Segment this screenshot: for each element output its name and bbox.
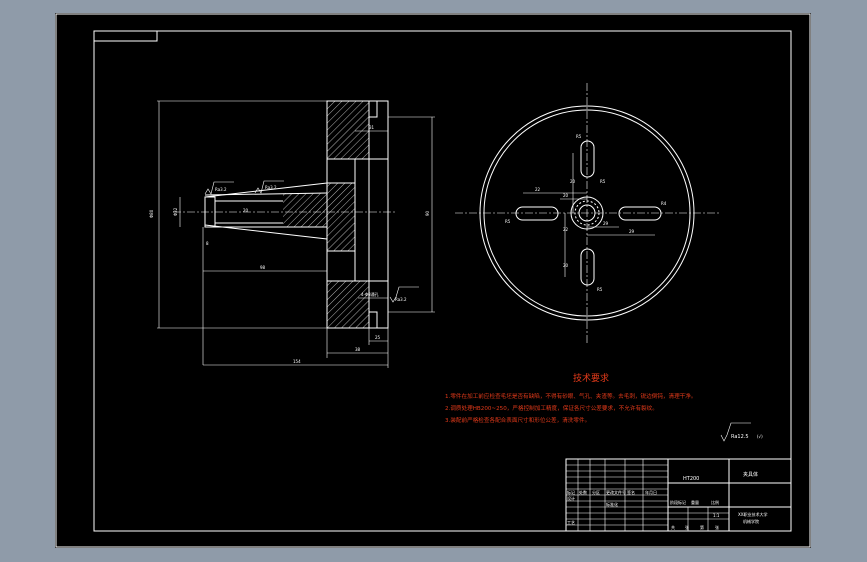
tb-material: HT200 — [683, 476, 699, 482]
outer-border — [55, 13, 811, 548]
tech-line1: 1.零件在加工前应检查毛坯是否有缺陷，不得有砂眼、气孔、夹渣等。去毛刺，锐边倒钝… — [445, 392, 696, 400]
dim-dia80: Φ80 — [149, 209, 154, 218]
tech-title: 技术要求 — [573, 372, 609, 384]
tb-sheet-of2: 张 — [715, 524, 719, 530]
dim-25: 25 — [375, 335, 381, 340]
tb-design: 设计 — [567, 495, 575, 501]
dim-31: 31 — [369, 125, 375, 130]
tech-line3: 3.装配前严格检查各配合表面尺寸和形位公差，清洗零件。 — [445, 416, 590, 424]
tb-weight: 重量 — [691, 499, 699, 505]
tb-part-name: 夹具体 — [743, 471, 758, 478]
tb-sheet-of: 第 — [700, 524, 704, 530]
inner-border — [93, 30, 792, 532]
slot-top — [580, 140, 595, 178]
tb-stage: 阶段标记 — [670, 499, 686, 505]
tb-std: 标准化 — [606, 501, 618, 507]
front-view: 22 20 20 29 29 20 22 R5 R5 R5 R4 R5 — [455, 83, 719, 343]
fv-d20a: 20 — [563, 193, 569, 198]
flange-hatch-mid — [326, 182, 356, 252]
slot-bottom — [580, 248, 595, 286]
dim-154: 154 — [293, 359, 301, 364]
shaft-hatch — [283, 193, 327, 227]
corner-code-box — [93, 30, 158, 42]
tb-docno: 更改文件号 — [606, 489, 626, 495]
slot-right — [618, 206, 662, 221]
fv-d20b: 20 — [570, 179, 576, 184]
tb-mark: 标记 — [567, 489, 575, 495]
fv-r-b: R5 — [597, 287, 603, 292]
drawing-sheet: Φ80 Φ32 98 154 38 25 31 90 20 8 Ra3.2 Ra… — [55, 13, 811, 548]
fv-r-tr: R5 — [600, 179, 606, 184]
fv-r-r: R4 — [661, 201, 667, 206]
dim-dia32: Φ32 — [173, 207, 178, 216]
rough-general-suffix: (√) — [757, 434, 763, 439]
flange-slot-top — [368, 100, 378, 118]
fv-d29a: 29 — [603, 221, 609, 226]
rough-b: Ra3.2 — [265, 185, 277, 190]
rough-general: Ra12.5 — [731, 434, 749, 440]
flange-slot-bottom — [368, 311, 378, 329]
dim-38: 38 — [355, 347, 361, 352]
title-block: 标记 处数 分区 更改文件号 签名 年月日 设计 标准化 工艺 HT200 夹具… — [565, 458, 792, 532]
tech-line2: 2.调质处理HB200~250，严格控制加工精度，保证各尺寸公差要求，不允许有裂… — [445, 404, 658, 412]
rough-a: Ra3.2 — [215, 187, 227, 192]
tb-sheet-num: 张 — [685, 524, 689, 530]
dim-20: 20 — [243, 208, 249, 213]
tb-zone: 分区 — [592, 489, 600, 495]
cad-drawing: Φ80 Φ32 98 154 38 25 31 90 20 8 Ra3.2 Ra… — [55, 13, 811, 548]
flange-hatch-top — [326, 100, 370, 160]
fv-d29b: 29 — [629, 229, 635, 234]
rough-c: Ra3.2 — [395, 297, 407, 302]
hole-note: 4-Φ8通孔 — [361, 291, 379, 297]
fv-d22: 22 — [535, 187, 541, 192]
tb-sheet-total: 共 — [671, 524, 675, 530]
dim-8: 8 — [206, 241, 209, 246]
tb-process: 工艺 — [567, 520, 575, 525]
tb-school: XX职业技术大学 — [738, 511, 767, 517]
tb-count: 处数 — [579, 489, 587, 495]
section-view: Φ80 Φ32 98 154 38 25 31 90 20 8 Ra3.2 Ra… — [149, 100, 435, 368]
flange-hatch-bottom — [326, 280, 370, 329]
tb-sign: 签名 — [627, 489, 635, 495]
fv-r-l: R5 — [505, 219, 511, 224]
tb-scale: 比例 — [711, 499, 719, 505]
dim-98: 98 — [260, 265, 266, 270]
tb-scale-val: 1:1 — [713, 513, 720, 518]
tb-date: 年月日 — [645, 489, 657, 495]
fv-d20c: 20 — [563, 263, 569, 268]
slot-left — [515, 206, 559, 221]
fv-r-tl: R5 — [576, 134, 582, 139]
tb-company: 机械学院 — [743, 518, 759, 524]
dim-90: 90 — [425, 210, 430, 216]
fv-d22b: 22 — [563, 227, 569, 232]
